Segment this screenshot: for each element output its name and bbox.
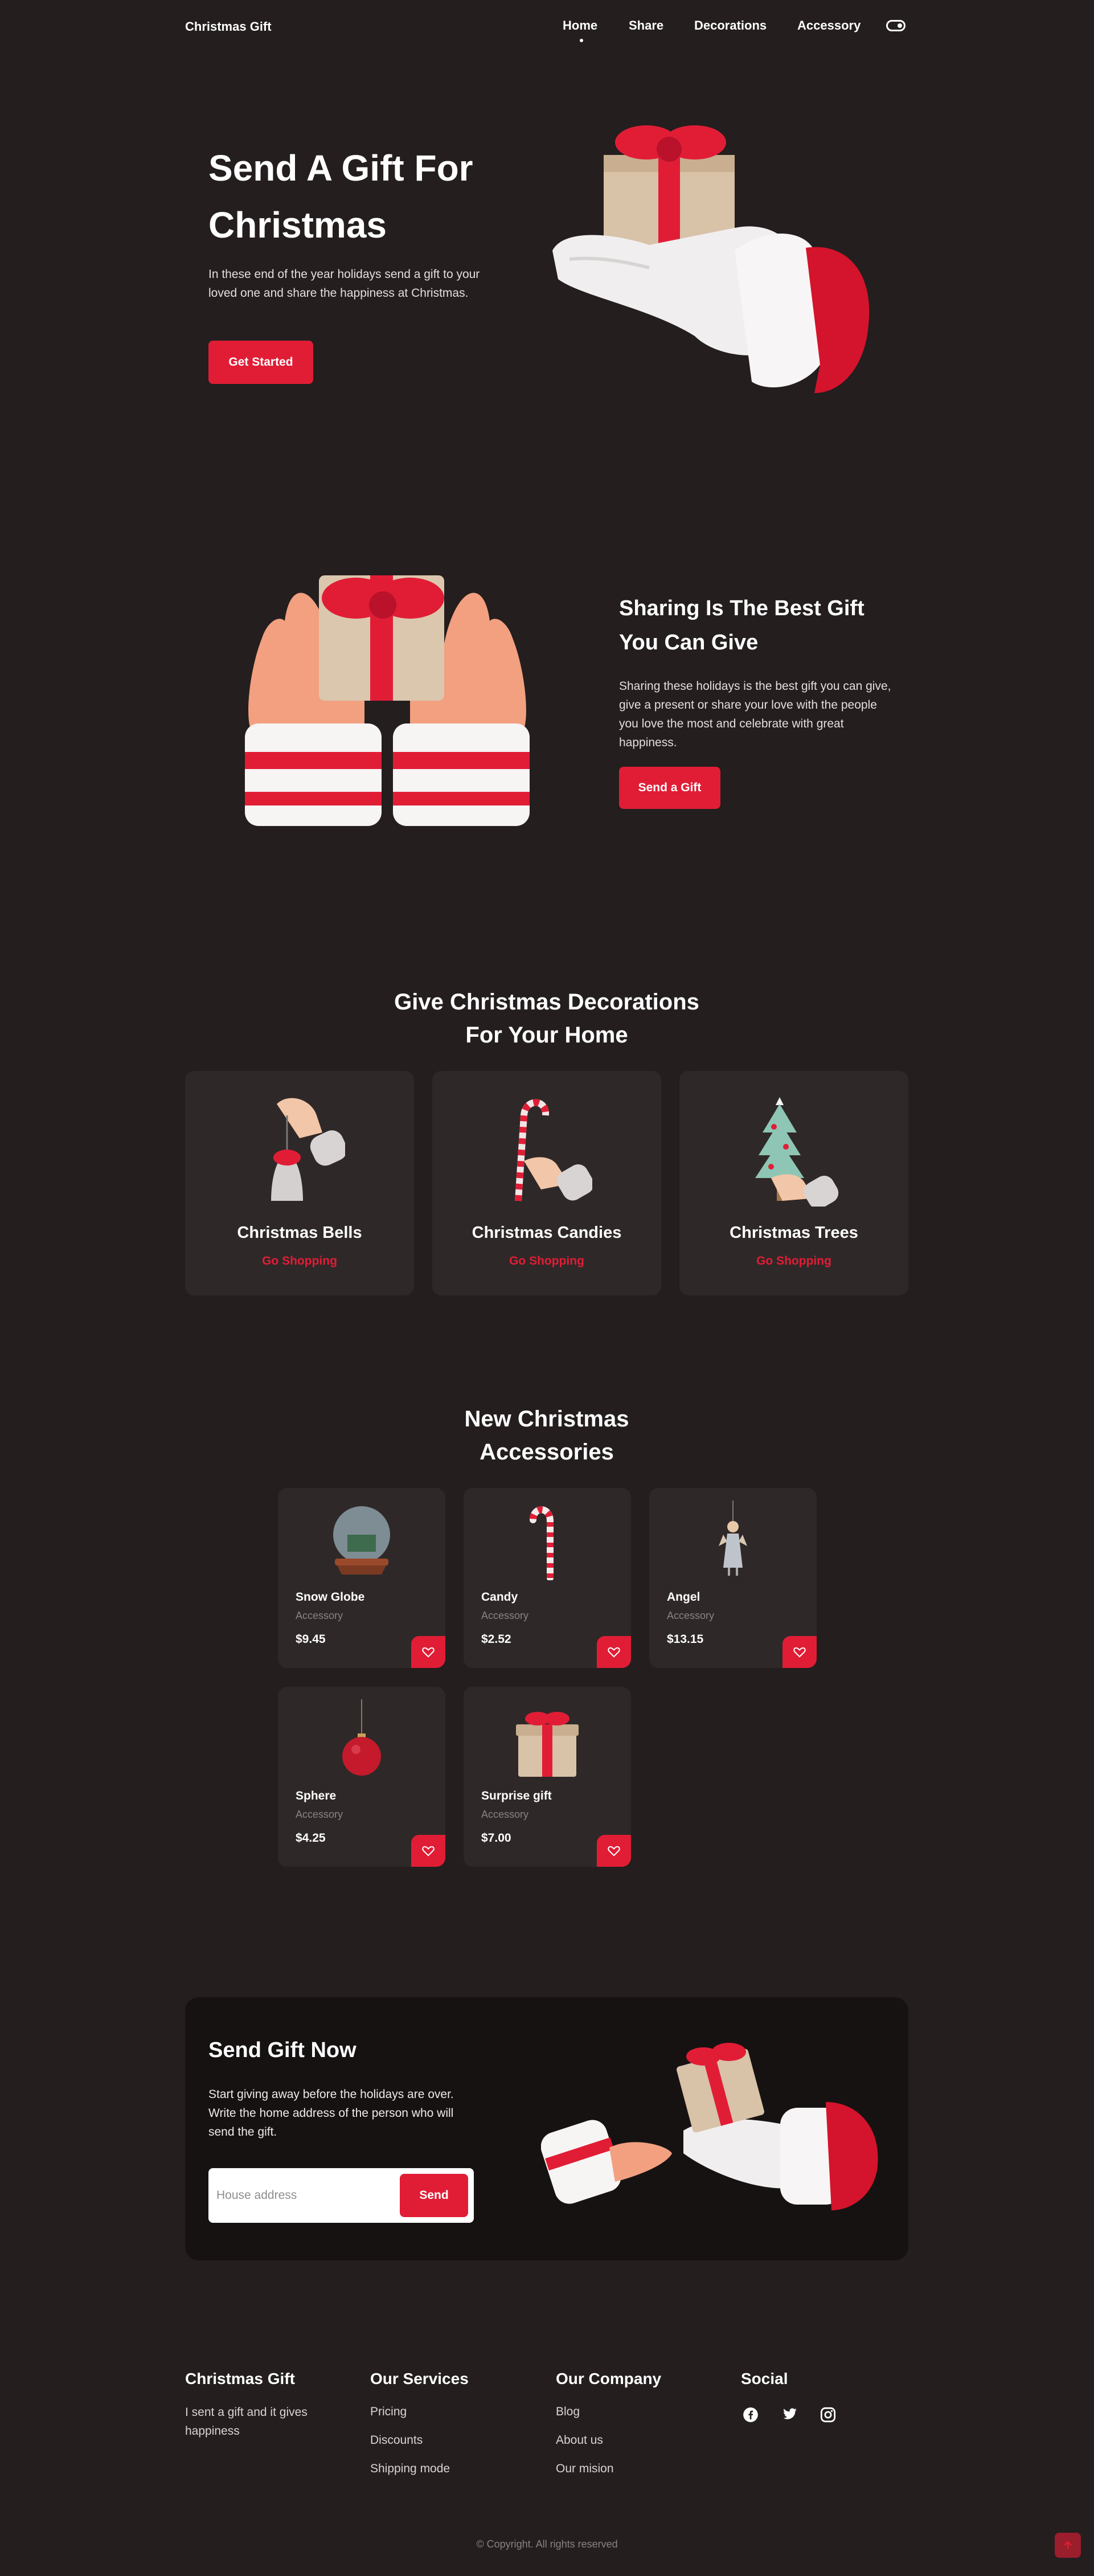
send-button[interactable]: Send: [400, 2174, 468, 2217]
angel-icon: [719, 1500, 747, 1576]
footer-link-discounts[interactable]: Discounts: [370, 2434, 423, 2447]
address-form: Send: [208, 2168, 474, 2223]
accessories-title: New Christmas Accessories: [347, 1403, 746, 1469]
send-a-gift-button[interactable]: Send a Gift: [619, 767, 720, 809]
decoration-card-candies[interactable]: Christmas Candies Go Shopping: [432, 1071, 661, 1295]
copyright-text: © Copyright. All rights reserved: [476, 2538, 618, 2550]
decorations-title-line-1: Give Christmas Decorations: [394, 989, 699, 1015]
heart-icon: [608, 1647, 620, 1658]
accessory-card-snow-globe[interactable]: Snow Globe Accessory $9.45: [278, 1488, 445, 1668]
share-title: Sharing Is The Best Gift You Can Give: [619, 596, 864, 655]
favorite-button[interactable]: [782, 1636, 817, 1668]
accessory-category: Accessory: [667, 1610, 715, 1621]
accessory-name: Candy: [481, 1590, 518, 1604]
accessory-category: Accessory: [296, 1610, 343, 1621]
accessory-category: Accessory: [481, 1610, 529, 1621]
nav-accessory[interactable]: Accessory: [797, 18, 861, 33]
heart-icon: [422, 1846, 435, 1857]
decorations-title-line-2: For Your Home: [465, 1023, 628, 1048]
decoration-card-bells[interactable]: Christmas Bells Go Shopping: [185, 1071, 414, 1295]
decoration-card-trees[interactable]: Christmas Trees Go Shopping: [679, 1071, 908, 1295]
nav-home[interactable]: Home: [563, 18, 597, 33]
scroll-up-button[interactable]: [1055, 2533, 1081, 2558]
nav-share[interactable]: Share: [629, 18, 663, 33]
footer-company-title: Our Company: [556, 2370, 662, 2387]
decoration-card-title: Christmas Candies: [472, 1224, 622, 1242]
footer-link-our-mision[interactable]: Our mision: [556, 2462, 614, 2476]
gift-box-icon: [516, 1712, 579, 1777]
send-gift-description: Start giving away before the holidays ar…: [208, 2088, 454, 2139]
candy-cane-icon: [530, 1506, 554, 1580]
ornament-sphere-icon: [342, 1699, 381, 1776]
bell-icon: [271, 1098, 345, 1201]
hero-description: In these end of the year holidays send a…: [208, 268, 480, 300]
accessory-price: $2.52: [481, 1633, 511, 1646]
footer-link-shipping-mode[interactable]: Shipping mode: [370, 2462, 450, 2476]
favorite-button[interactable]: [597, 1835, 631, 1867]
christmas-tree-icon: [755, 1097, 839, 1207]
hands-holding-gift-image: [245, 575, 530, 826]
go-shopping-link[interactable]: Go Shopping: [679, 1254, 908, 1268]
footer-link-blog[interactable]: Blog: [556, 2405, 580, 2419]
footer-link-pricing[interactable]: Pricing: [370, 2405, 407, 2419]
favorite-button[interactable]: [411, 1835, 445, 1867]
accessory-price: $9.45: [296, 1633, 326, 1646]
snow-globe-icon: [333, 1506, 390, 1575]
footer-social-title: Social: [741, 2370, 788, 2387]
heart-icon: [793, 1647, 806, 1658]
footer-brand-text: I sent a gift and it gives happiness: [185, 2406, 308, 2438]
accessory-price: $4.25: [296, 1831, 326, 1845]
accessory-name: Angel: [667, 1590, 700, 1604]
go-shopping-link[interactable]: Go Shopping: [432, 1254, 661, 1268]
footer-services-title: Our Services: [370, 2370, 469, 2387]
facebook-icon[interactable]: [741, 2405, 760, 2424]
decoration-card-title: Christmas Bells: [237, 1224, 362, 1242]
accessory-card-candy[interactable]: Candy Accessory $2.52: [464, 1488, 631, 1668]
go-shopping-link[interactable]: Go Shopping: [185, 1254, 414, 1268]
accessories-title-line-1: New Christmas: [464, 1406, 629, 1432]
candy-cane-icon: [515, 1099, 592, 1201]
heart-icon: [608, 1846, 620, 1857]
accessory-name: Sphere: [296, 1789, 337, 1802]
accessory-category: Accessory: [296, 1809, 343, 1820]
heart-icon: [422, 1647, 435, 1658]
santa-glove-gift-image: [552, 125, 870, 393]
footer-link-about-us[interactable]: About us: [556, 2434, 603, 2447]
favorite-button[interactable]: [411, 1636, 445, 1668]
share-description: Sharing these holidays is the best gift …: [619, 680, 891, 749]
send-gift-title: Send Gift Now: [208, 2038, 357, 2062]
accessory-card-surprise-gift[interactable]: Surprise gift Accessory $7.00: [464, 1687, 631, 1867]
accessory-name: Snow Globe: [296, 1590, 365, 1604]
instagram-icon[interactable]: [818, 2405, 838, 2424]
accessories-title-line-2: Accessories: [480, 1440, 614, 1465]
house-address-input[interactable]: [216, 2180, 387, 2211]
twitter-icon[interactable]: [780, 2405, 799, 2424]
accessory-price: $13.15: [667, 1633, 704, 1646]
nav-decorations[interactable]: Decorations: [694, 18, 767, 33]
accessory-card-angel[interactable]: Angel Accessory $13.15: [649, 1488, 817, 1668]
accessory-category: Accessory: [481, 1809, 529, 1820]
accessory-card-sphere[interactable]: Sphere Accessory $4.25: [278, 1687, 445, 1867]
accessory-price: $7.00: [481, 1831, 511, 1845]
arrow-up-icon: [1064, 2541, 1072, 2550]
theme-toggle-icon[interactable]: [886, 20, 905, 31]
accessory-name: Surprise gift: [481, 1789, 552, 1802]
footer-brand-title: Christmas Gift: [185, 2370, 295, 2387]
favorite-button[interactable]: [597, 1636, 631, 1668]
get-started-button[interactable]: Get Started: [208, 341, 313, 384]
hero-title: Send A Gift For Christmas: [208, 148, 473, 246]
hands-exchanging-gift-image: [541, 2043, 878, 2210]
site-logo[interactable]: Christmas Gift: [185, 19, 272, 34]
decoration-card-title: Christmas Trees: [730, 1224, 858, 1242]
decorations-title: Give Christmas Decorations For Your Home: [347, 986, 746, 1052]
nav-active-dot: [580, 39, 583, 42]
